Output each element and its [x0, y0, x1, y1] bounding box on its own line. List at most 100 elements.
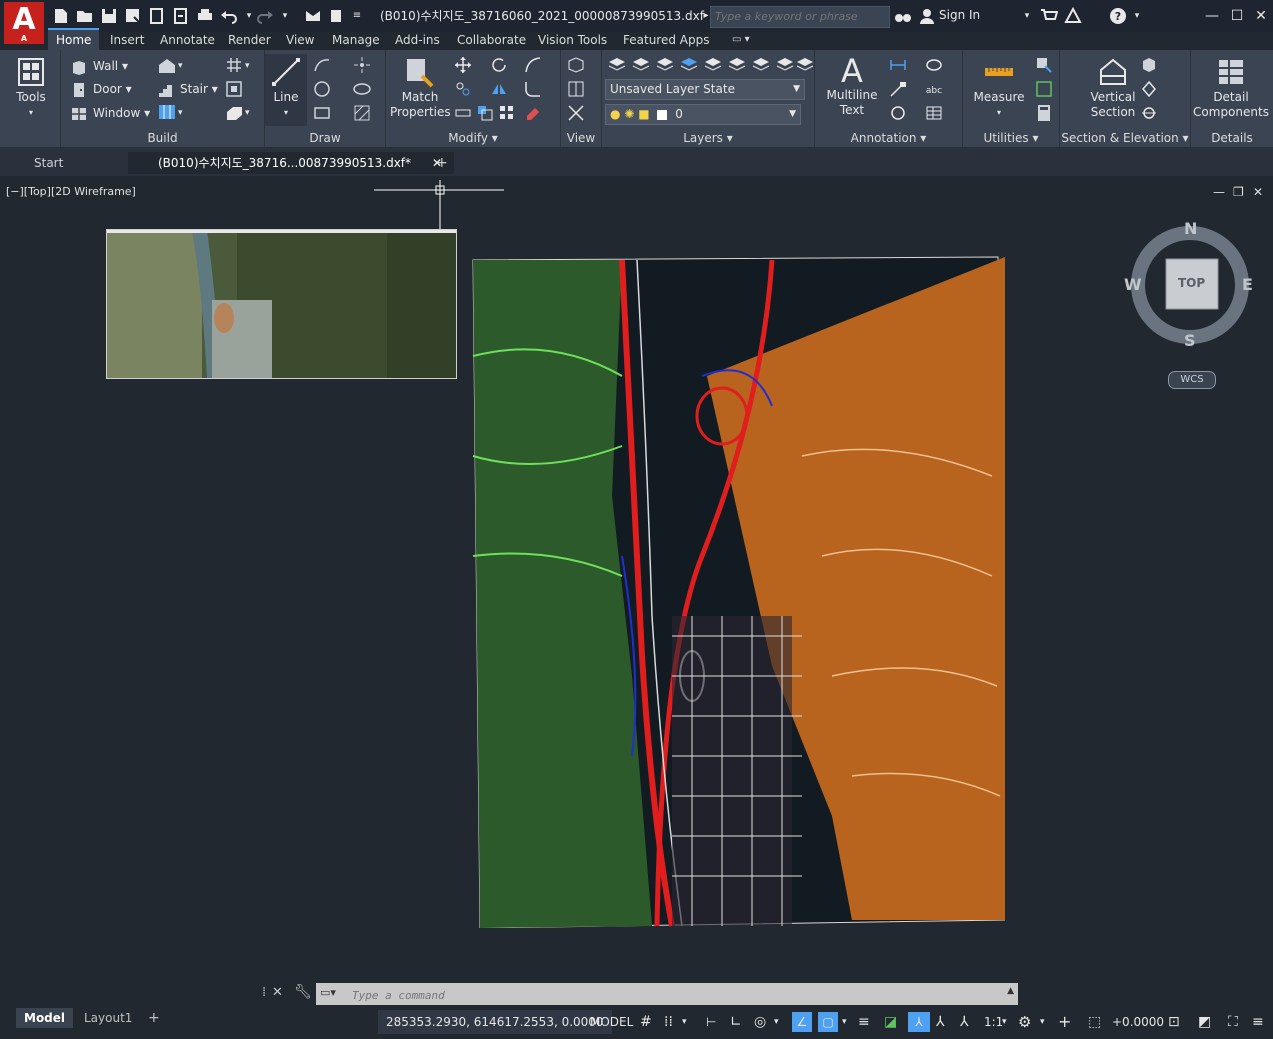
hatch-icon[interactable] — [353, 104, 371, 122]
polar-dropdown-icon[interactable]: ▾ — [774, 1012, 779, 1032]
isodraft-icon[interactable]: ∠ — [792, 1012, 812, 1032]
transparency-icon[interactable]: ◪ — [884, 1012, 897, 1032]
redo-icon[interactable] — [256, 7, 274, 25]
quick-properties-icon[interactable]: ⊡ — [1168, 1012, 1180, 1032]
layer-match-icon[interactable] — [752, 56, 770, 74]
multileader-icon[interactable] — [889, 80, 907, 98]
grid-display-icon[interactable]: # — [640, 1012, 652, 1032]
wcs-menu[interactable]: WCS — [1168, 371, 1216, 389]
sign-in-dropdown-icon[interactable]: ▾ — [1018, 7, 1036, 25]
aerial-image[interactable] — [106, 229, 457, 379]
layer-isolate-icon[interactable] — [656, 56, 674, 74]
search-field[interactable] — [710, 6, 890, 28]
command-line-grip-icon[interactable]: ⁞ — [262, 985, 266, 1000]
roof-icon[interactable] — [158, 56, 176, 74]
erase-icon[interactable] — [524, 104, 542, 122]
column-icon[interactable] — [225, 80, 243, 98]
new-tab-plus-icon[interactable]: + — [430, 152, 460, 174]
section-box-icon[interactable] — [1140, 56, 1158, 74]
compass-east[interactable]: E — [1242, 275, 1253, 294]
infer-constraints-icon[interactable]: ⊢ — [706, 1012, 716, 1032]
circle-icon[interactable] — [313, 80, 331, 98]
tab-model[interactable]: Model — [16, 1008, 74, 1028]
roof-dropdown-icon[interactable]: ▾ — [178, 56, 183, 76]
match-properties-button[interactable]: Match Properties — [390, 56, 451, 120]
copy-icon[interactable] — [454, 80, 472, 98]
viewcube[interactable]: N S E W TOP — [1120, 215, 1260, 355]
select-all-icon[interactable] — [1035, 80, 1053, 98]
annotation-visibility-icon[interactable]: ⅄ — [908, 1012, 930, 1032]
model-space-toggle[interactable]: MODEL — [590, 1012, 633, 1032]
calculator-icon[interactable] — [1035, 104, 1053, 122]
publish-icon[interactable] — [328, 7, 346, 25]
open-folder-icon[interactable] — [76, 7, 94, 25]
stair-button[interactable]: Stair ▾ — [158, 79, 218, 99]
viewport-config-icon[interactable] — [567, 80, 585, 98]
tab-manage[interactable]: Manage — [324, 30, 388, 50]
revision-cloud-icon[interactable] — [925, 56, 943, 74]
annotation-scale-icon[interactable]: ⅄ — [960, 1012, 969, 1032]
layer-properties-icon[interactable] — [608, 56, 626, 74]
customize-command-line-wrench-icon[interactable]: 🔧︎ — [294, 984, 312, 1000]
door-button[interactable]: Door ▾ — [71, 79, 132, 99]
tab-render[interactable]: Render — [220, 30, 279, 50]
navigation-bar-icon[interactable] — [567, 104, 585, 122]
layer-unlock-icon[interactable] — [728, 56, 746, 74]
rotate-icon[interactable] — [490, 56, 508, 74]
minimize-window-icon[interactable]: — — [1202, 6, 1222, 26]
compass-south[interactable]: S — [1184, 331, 1196, 350]
command-history-toggle-icon[interactable]: ▲ — [1007, 986, 1014, 996]
autodesk-app-store-icon[interactable] — [1064, 7, 1082, 25]
slab-dropdown-icon[interactable]: ▾ — [245, 103, 250, 123]
annotation-monitor-plus-icon[interactable]: + — [1058, 1012, 1071, 1032]
viewport-close-icon[interactable]: ✕ — [1253, 185, 1263, 199]
curtain-wall-dropdown-icon[interactable]: ▾ — [178, 103, 183, 123]
wall-button[interactable]: Wall ▾ — [71, 56, 128, 76]
snap-mode-icon[interactable]: ⁞⁞ — [664, 1012, 673, 1032]
viewport-controls[interactable]: [−][Top][2D Wireframe] — [6, 185, 136, 198]
save-to-web-icon[interactable] — [172, 7, 190, 25]
customize-quick-access-icon[interactable]: ≡ — [348, 7, 366, 25]
units-icon[interactable]: ⬚ — [1088, 1012, 1101, 1032]
application-menu-button[interactable]: AA — [4, 2, 44, 44]
scale-icon[interactable] — [476, 104, 494, 122]
command-prompt-icon[interactable]: ▭▾ — [320, 986, 336, 999]
compass-north[interactable]: N — [1184, 219, 1197, 238]
elevation-mark-icon[interactable] — [1140, 80, 1158, 98]
ribbon-minimize-toggle-icon[interactable]: ▭ ▾ — [724, 30, 758, 50]
section-mark-icon[interactable] — [1140, 104, 1158, 122]
clean-screen-icon[interactable]: ⛶ — [1228, 1012, 1238, 1032]
workspace-gear-icon[interactable]: ⚙ — [1018, 1012, 1031, 1032]
move-icon[interactable] — [454, 56, 472, 74]
slab-icon[interactable] — [225, 104, 243, 122]
cart-icon[interactable] — [1040, 7, 1058, 25]
grid-icon[interactable] — [225, 56, 243, 74]
trim-icon[interactable] — [524, 56, 542, 74]
cursor-coordinates[interactable]: 285353.2930, 614617.2553, 0.0000 — [378, 1010, 612, 1034]
tab-home[interactable]: Home — [48, 28, 100, 50]
rectangle-icon[interactable] — [313, 104, 331, 122]
tab-insert[interactable]: Insert — [102, 30, 152, 50]
window-button[interactable]: Window ▾ — [71, 103, 150, 123]
line-button[interactable]: Line ▾ — [265, 54, 307, 126]
command-input-box[interactable]: ▭▾ ▲ — [316, 983, 1018, 1005]
save-icon[interactable] — [100, 7, 118, 25]
grid-dropdown-icon[interactable]: ▾ — [245, 56, 250, 76]
viewport-minimize-icon[interactable]: — — [1213, 185, 1225, 199]
tab-active-drawing[interactable]: (B010)수치지도_38716...00873990513.dxf* ✕ — [128, 152, 454, 174]
mirror-icon[interactable] — [490, 80, 508, 98]
topographic-map[interactable] — [472, 256, 1005, 928]
redo-dropdown-icon[interactable]: ▾ — [276, 7, 294, 25]
tab-view[interactable]: View — [278, 30, 322, 50]
new-file-icon[interactable] — [52, 7, 70, 25]
close-window-icon[interactable]: ✕ — [1251, 6, 1271, 26]
tag-icon[interactable] — [889, 104, 907, 122]
binoculars-icon[interactable] — [894, 7, 912, 25]
share-icon[interactable] — [304, 7, 322, 25]
compass-west[interactable]: W — [1124, 275, 1142, 294]
point-icon[interactable] — [353, 56, 371, 74]
layer-lock-icon[interactable] — [704, 56, 722, 74]
annotation-scale-dropdown-icon[interactable]: ▾ — [1002, 1012, 1007, 1032]
restore-window-icon[interactable]: ☐ — [1227, 6, 1247, 26]
curtain-wall-icon[interactable] — [158, 103, 176, 121]
